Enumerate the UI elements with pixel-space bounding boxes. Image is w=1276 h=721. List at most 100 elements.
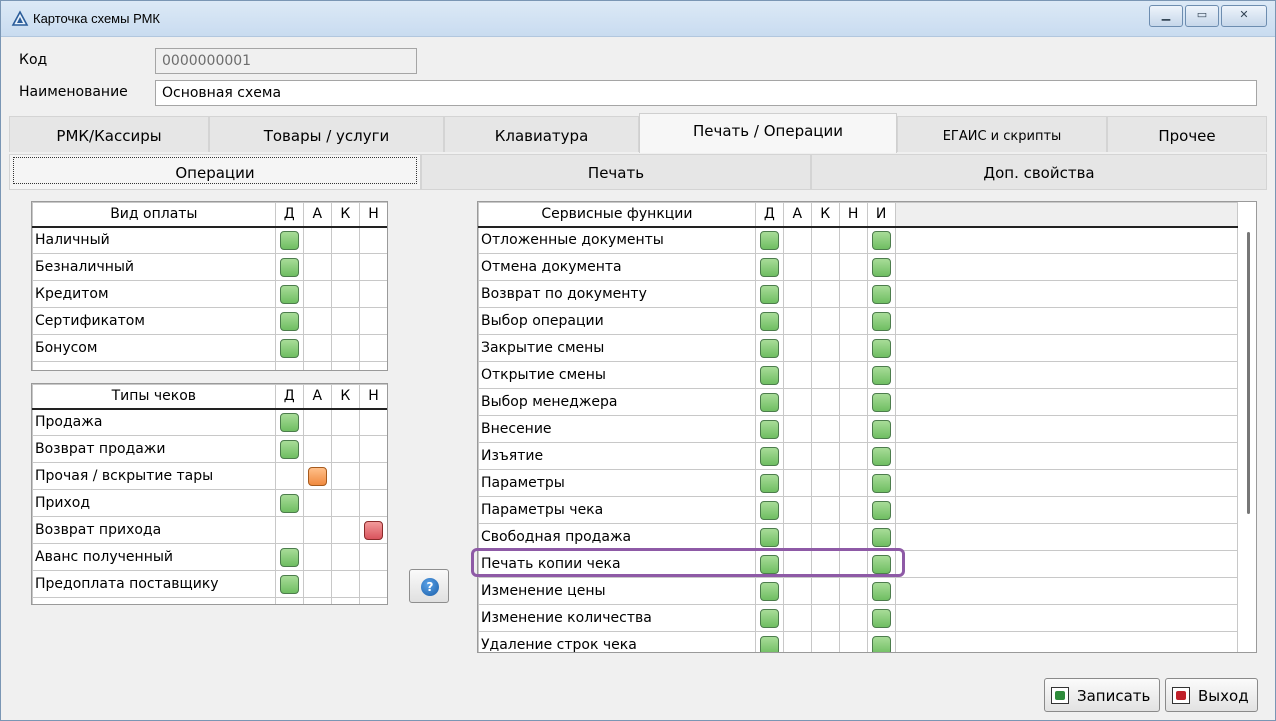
flag-cell[interactable] — [838, 523, 868, 551]
flag-cell[interactable] — [274, 280, 304, 308]
flag-cell[interactable] — [302, 226, 332, 254]
flag-cell[interactable] — [330, 570, 360, 598]
table-row[interactable]: Свободная продажа — [478, 523, 1239, 551]
table-row[interactable]: Приход — [32, 489, 387, 517]
flag-cell[interactable] — [330, 435, 360, 463]
table-row[interactable]: Продажа — [32, 408, 387, 436]
flag-cell[interactable] — [754, 577, 784, 605]
flag-cell[interactable] — [274, 462, 304, 490]
table-row[interactable]: Отложенные документы — [478, 226, 1239, 254]
flag-cell[interactable] — [274, 253, 304, 281]
flag-cell[interactable] — [838, 226, 868, 254]
flag-cell[interactable] — [866, 361, 896, 389]
flag-cell[interactable] — [358, 543, 387, 571]
close-button[interactable]: ✕ — [1221, 5, 1267, 27]
flag-cell[interactable] — [782, 496, 812, 524]
flag-cell[interactable] — [782, 523, 812, 551]
flag-cell[interactable] — [838, 361, 868, 389]
flag-cell[interactable] — [782, 442, 812, 470]
table-row[interactable]: Внесение — [478, 415, 1239, 443]
flag-cell[interactable] — [754, 253, 784, 281]
flag-cell[interactable] — [358, 462, 387, 490]
flag-cell[interactable] — [810, 469, 840, 497]
flag-cell[interactable] — [810, 361, 840, 389]
flag-cell[interactable] — [866, 442, 896, 470]
flag-cell[interactable] — [866, 496, 896, 524]
flag-cell[interactable] — [754, 307, 784, 335]
flag-cell[interactable] — [330, 462, 360, 490]
flag-cell[interactable] — [754, 496, 784, 524]
flag-cell[interactable] — [358, 516, 387, 544]
flag-cell[interactable] — [810, 280, 840, 308]
flag-cell[interactable] — [782, 469, 812, 497]
flag-cell[interactable] — [838, 334, 868, 362]
flag-cell[interactable] — [754, 523, 784, 551]
flag-cell[interactable] — [838, 442, 868, 470]
flag-cell[interactable] — [838, 496, 868, 524]
table-row[interactable]: Удаление строк чека — [478, 631, 1239, 652]
flag-cell[interactable] — [838, 577, 868, 605]
flag-cell[interactable] — [838, 280, 868, 308]
table-row[interactable]: Отмена документа — [478, 253, 1239, 281]
flag-cell[interactable] — [302, 462, 332, 490]
flag-cell[interactable] — [274, 543, 304, 571]
flag-cell[interactable] — [330, 543, 360, 571]
help-button[interactable]: ? — [409, 569, 449, 603]
flag-cell[interactable] — [274, 334, 304, 362]
table-row[interactable]: Возврат прихода — [32, 516, 387, 544]
table-row[interactable]: Прочая / вскрытие тары — [32, 462, 387, 490]
flag-cell[interactable] — [358, 280, 387, 308]
tab-egais-scripts[interactable]: ЕГАИС и скрипты — [897, 116, 1107, 152]
flag-cell[interactable] — [866, 334, 896, 362]
flag-cell[interactable] — [274, 489, 304, 517]
flag-cell[interactable] — [866, 604, 896, 632]
flag-cell[interactable] — [866, 226, 896, 254]
flag-cell[interactable] — [754, 334, 784, 362]
flag-cell[interactable] — [782, 604, 812, 632]
flag-cell[interactable] — [782, 280, 812, 308]
tab-goods-services[interactable]: Товары / услуги — [209, 116, 444, 152]
flag-cell[interactable] — [838, 307, 868, 335]
table-row[interactable]: Изъятие — [478, 442, 1239, 470]
flag-cell[interactable] — [358, 334, 387, 362]
table-row[interactable]: Выбор операции — [478, 307, 1239, 335]
flag-cell[interactable] — [810, 496, 840, 524]
flag-cell[interactable] — [754, 415, 784, 443]
tab-keyboard[interactable]: Клавиатура — [444, 116, 639, 152]
tab-print[interactable]: Печать — [421, 154, 811, 190]
flag-cell[interactable] — [330, 489, 360, 517]
flag-cell[interactable] — [782, 631, 812, 652]
flag-cell[interactable] — [782, 415, 812, 443]
flag-cell[interactable] — [330, 408, 360, 436]
table-row[interactable]: Кредитом — [32, 280, 387, 308]
table-row[interactable]: Закрытие смены — [478, 334, 1239, 362]
tab-extra-properties[interactable]: Доп. свойства — [811, 154, 1267, 190]
flag-cell[interactable] — [302, 435, 332, 463]
minimize-button[interactable]: ▁ — [1149, 5, 1183, 27]
flag-cell[interactable] — [866, 253, 896, 281]
flag-cell[interactable] — [274, 435, 304, 463]
table-row[interactable]: Безналичный — [32, 253, 387, 281]
flag-cell[interactable] — [838, 631, 868, 652]
flag-cell[interactable] — [754, 604, 784, 632]
flag-cell[interactable] — [810, 334, 840, 362]
flag-cell[interactable] — [810, 307, 840, 335]
flag-cell[interactable] — [358, 408, 387, 436]
tab-print-operations[interactable]: Печать / Операции — [639, 113, 897, 153]
flag-cell[interactable] — [302, 334, 332, 362]
flag-cell[interactable] — [838, 415, 868, 443]
table-row[interactable]: Возврат продажи — [32, 435, 387, 463]
flag-cell[interactable] — [274, 307, 304, 335]
table-row[interactable]: Изменение количества — [478, 604, 1239, 632]
flag-cell[interactable] — [330, 253, 360, 281]
table-row[interactable]: Выбор менеджера — [478, 388, 1239, 416]
flag-cell[interactable] — [274, 226, 304, 254]
flag-cell[interactable] — [782, 307, 812, 335]
table-row[interactable]: Параметры чека — [478, 496, 1239, 524]
flag-cell[interactable] — [358, 307, 387, 335]
flag-cell[interactable] — [866, 280, 896, 308]
flag-cell[interactable] — [810, 415, 840, 443]
flag-cell[interactable] — [358, 435, 387, 463]
tab-rmk-cashiers[interactable]: РМК/Кассиры — [9, 116, 209, 152]
flag-cell[interactable] — [330, 307, 360, 335]
